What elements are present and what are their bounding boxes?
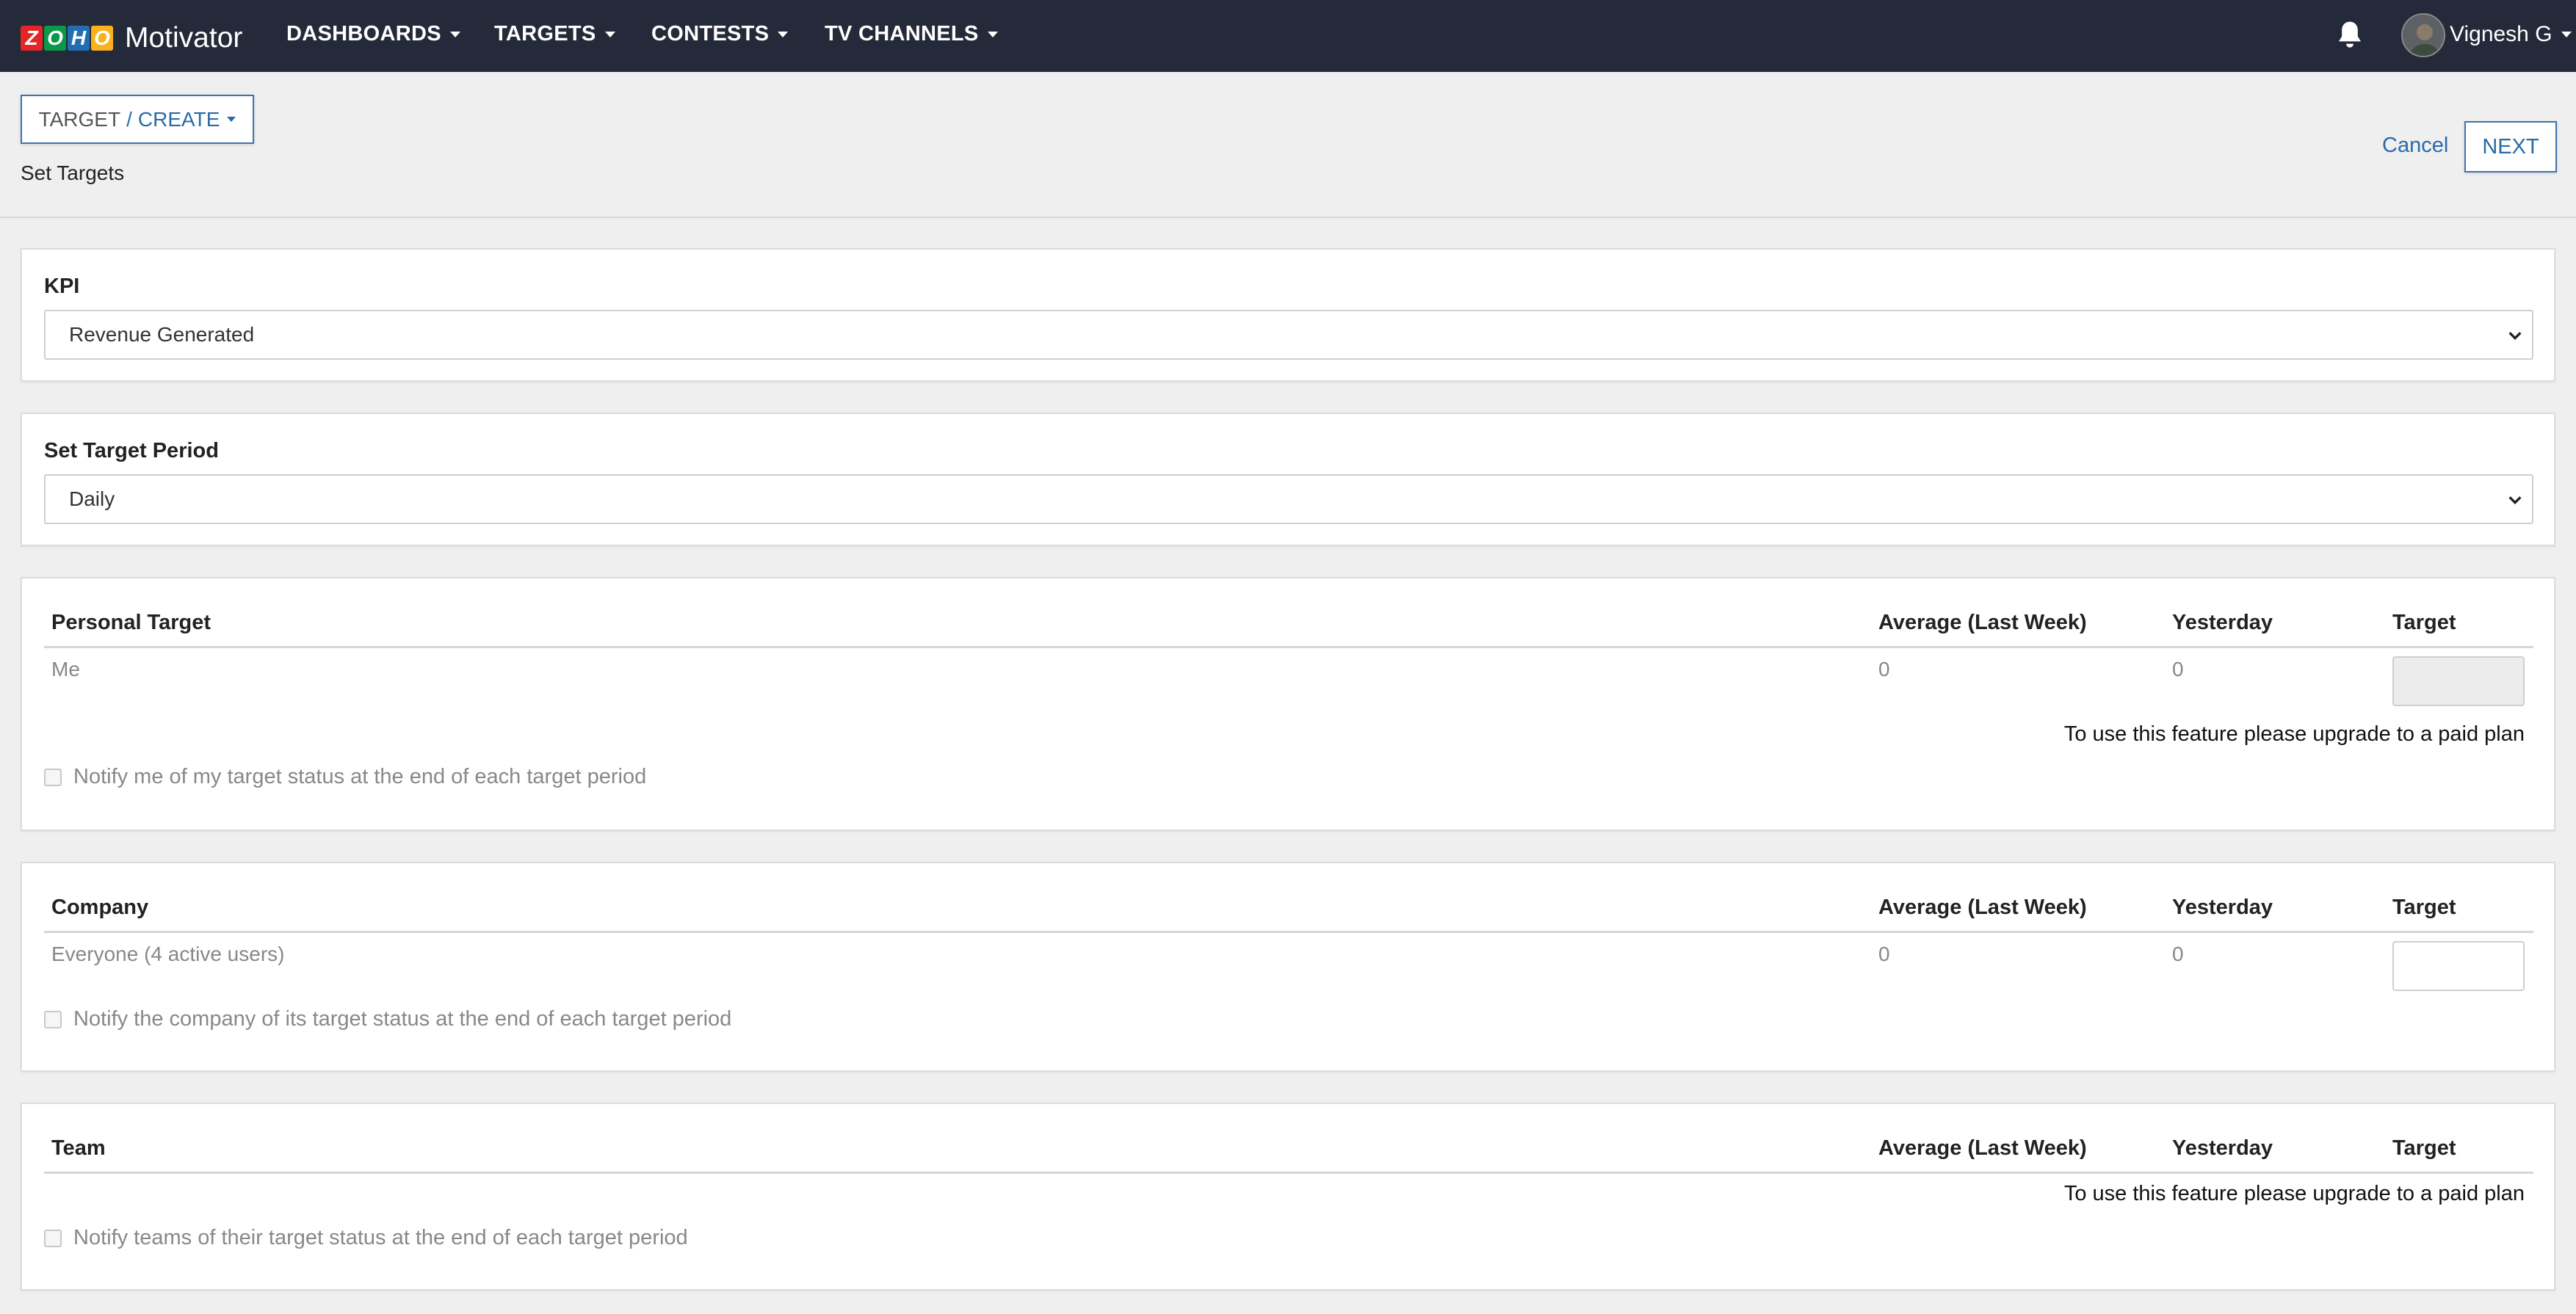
nav-targets[interactable]: TARGETS xyxy=(494,22,615,46)
avg-last-week-header: Average (Last Week) xyxy=(1878,1136,2087,1160)
breadcrumb[interactable]: TARGET / CREATE xyxy=(21,95,254,144)
personal-notify-label: Notify me of my target status at the end… xyxy=(73,765,647,788)
personal-notify-row: Notify me of my target status at the end… xyxy=(44,765,646,789)
target-header: Target xyxy=(2392,1136,2456,1160)
nav-contests[interactable]: CONTESTS xyxy=(651,22,789,46)
cancel-link[interactable]: Cancel xyxy=(2382,134,2448,158)
avg-last-week-header: Average (Last Week) xyxy=(1878,896,2087,919)
target-header: Target xyxy=(2392,896,2456,919)
personal-target-heading: Personal Target xyxy=(51,611,211,634)
header-divider xyxy=(0,217,2576,218)
personal-yesterday-value: 0 xyxy=(2172,658,2184,680)
nav-dashboards[interactable]: DASHBOARDS xyxy=(286,22,460,46)
yesterday-header: Yesterday xyxy=(2172,611,2273,634)
company-target-input[interactable] xyxy=(2392,941,2525,991)
company-notify-label: Notify the company of its target status … xyxy=(73,1007,732,1031)
logo-letter-o: O xyxy=(44,26,66,51)
kpi-selected-value: Revenue Generated xyxy=(69,323,255,346)
company-notify-checkbox[interactable] xyxy=(44,1010,62,1028)
user-menu[interactable]: Vignesh G xyxy=(2450,22,2572,47)
chevron-down-icon xyxy=(604,31,615,37)
table-divider xyxy=(44,646,2533,648)
top-navbar: Z O H O Motivator DASHBOARDS TARGETS CON… xyxy=(0,0,2576,72)
personal-row-name: Me xyxy=(51,658,80,680)
avg-last-week-header: Average (Last Week) xyxy=(1878,611,2087,634)
kpi-label: KPI xyxy=(44,275,80,298)
page-title: Set Targets xyxy=(21,161,125,184)
chevron-down-icon xyxy=(227,117,236,122)
user-name-label: Vignesh G xyxy=(2450,22,2553,46)
next-button[interactable]: NEXT xyxy=(2464,121,2557,173)
nav-tv-channels[interactable]: TV CHANNELS xyxy=(825,22,998,46)
logo-letter-h: H xyxy=(68,26,90,51)
breadcrumb-separator: / xyxy=(126,107,132,131)
nav-tv-channels-label: TV CHANNELS xyxy=(825,22,979,46)
company-row-name: Everyone (4 active users) xyxy=(51,943,285,965)
target-period-label: Set Target Period xyxy=(44,439,219,462)
company-heading: Company xyxy=(51,896,149,919)
table-divider xyxy=(44,931,2533,933)
personal-upgrade-note: To use this feature please upgrade to a … xyxy=(2063,722,2525,746)
nav-contests-label: CONTESTS xyxy=(651,22,770,46)
app-name: Motivator xyxy=(125,22,243,54)
avatar[interactable] xyxy=(2401,13,2445,57)
chevron-down-icon xyxy=(2561,32,2572,37)
personal-target-card: Personal Target Average (Last Week) Yest… xyxy=(21,577,2555,831)
chevron-down-icon xyxy=(449,31,460,37)
team-target-card: Team Average (Last Week) Yesterday Targe… xyxy=(21,1103,2555,1291)
company-target-card: Company Average (Last Week) Yesterday Ta… xyxy=(21,862,2555,1072)
user-avatar-icon xyxy=(2403,15,2444,56)
team-notify-row: Notify teams of their target status at t… xyxy=(44,1226,688,1250)
target-period-card: Set Target Period Daily xyxy=(21,413,2555,546)
target-period-selected-value: Daily xyxy=(69,487,115,510)
yesterday-header: Yesterday xyxy=(2172,1136,2273,1160)
bell-icon[interactable] xyxy=(2335,19,2365,51)
team-notify-label: Notify teams of their target status at t… xyxy=(73,1226,688,1249)
zoho-logo[interactable]: Z O H O Motivator xyxy=(21,22,242,54)
logo-letter-o2: O xyxy=(91,26,113,51)
kpi-select[interactable]: Revenue Generated xyxy=(44,310,2533,360)
team-heading: Team xyxy=(51,1136,106,1160)
chevron-down-icon xyxy=(778,31,789,37)
breadcrumb-current: CREATE xyxy=(137,107,220,131)
team-upgrade-note: To use this feature please upgrade to a … xyxy=(2063,1182,2525,1205)
personal-target-input xyxy=(2392,656,2525,706)
kpi-card: KPI Revenue Generated xyxy=(21,248,2555,382)
target-header: Target xyxy=(2392,611,2456,634)
chevron-down-icon xyxy=(987,31,998,37)
personal-notify-checkbox[interactable] xyxy=(44,768,62,786)
nav-dashboards-label: DASHBOARDS xyxy=(286,22,441,46)
nav-targets-label: TARGETS xyxy=(494,22,596,46)
table-divider xyxy=(44,1172,2533,1174)
personal-avg-value: 0 xyxy=(1878,658,1890,680)
company-avg-value: 0 xyxy=(1878,943,1890,965)
company-notify-row: Notify the company of its target status … xyxy=(44,1007,731,1031)
logo-letter-z: Z xyxy=(21,26,43,51)
chevron-down-icon xyxy=(2508,332,2522,341)
chevron-down-icon xyxy=(2508,496,2522,505)
yesterday-header: Yesterday xyxy=(2172,896,2273,919)
target-period-select[interactable]: Daily xyxy=(44,474,2533,524)
company-yesterday-value: 0 xyxy=(2172,943,2184,965)
breadcrumb-root: TARGET xyxy=(38,107,121,131)
team-notify-checkbox[interactable] xyxy=(44,1229,62,1247)
